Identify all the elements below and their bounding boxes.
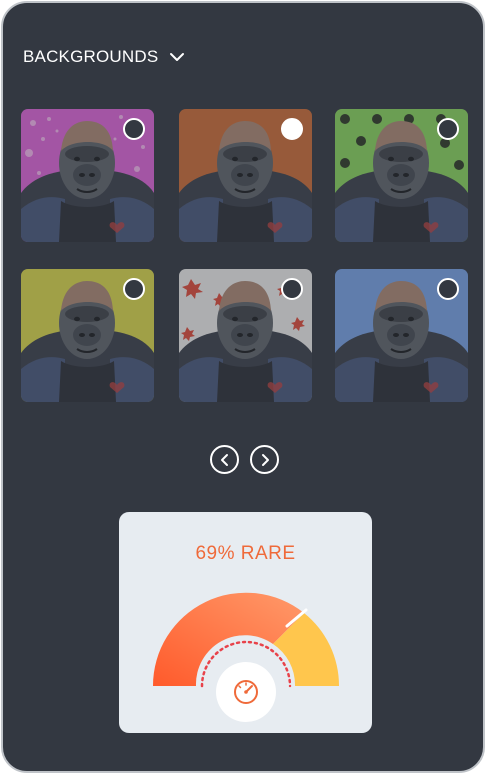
previous-page-button[interactable] (210, 445, 239, 474)
background-option-pink[interactable] (21, 109, 154, 242)
background-option-orange[interactable] (179, 109, 312, 242)
select-radio[interactable] (437, 118, 459, 140)
select-radio[interactable] (123, 118, 145, 140)
select-radio[interactable] (281, 278, 303, 300)
rarity-gauge (152, 592, 340, 722)
section-title: BACKGROUNDS (23, 47, 159, 66)
backgrounds-panel: BACKGROUNDS 69% RARE (1, 1, 485, 773)
chevron-left-icon (220, 453, 228, 466)
select-radio-selected[interactable] (281, 118, 303, 140)
rarity-card: 69% RARE (119, 512, 372, 733)
select-radio[interactable] (123, 278, 145, 300)
chevron-down-icon (170, 53, 185, 61)
background-option-leaves[interactable] (179, 269, 312, 402)
rarity-label: 69% RARE (195, 543, 296, 564)
select-radio[interactable] (437, 278, 459, 300)
background-option-green[interactable] (335, 109, 468, 242)
background-option-blue[interactable] (335, 269, 468, 402)
next-page-button[interactable] (250, 445, 279, 474)
background-option-yellow[interactable] (21, 269, 154, 402)
chevron-right-icon (261, 453, 269, 466)
backgrounds-dropdown-header[interactable]: BACKGROUNDS (23, 45, 186, 69)
